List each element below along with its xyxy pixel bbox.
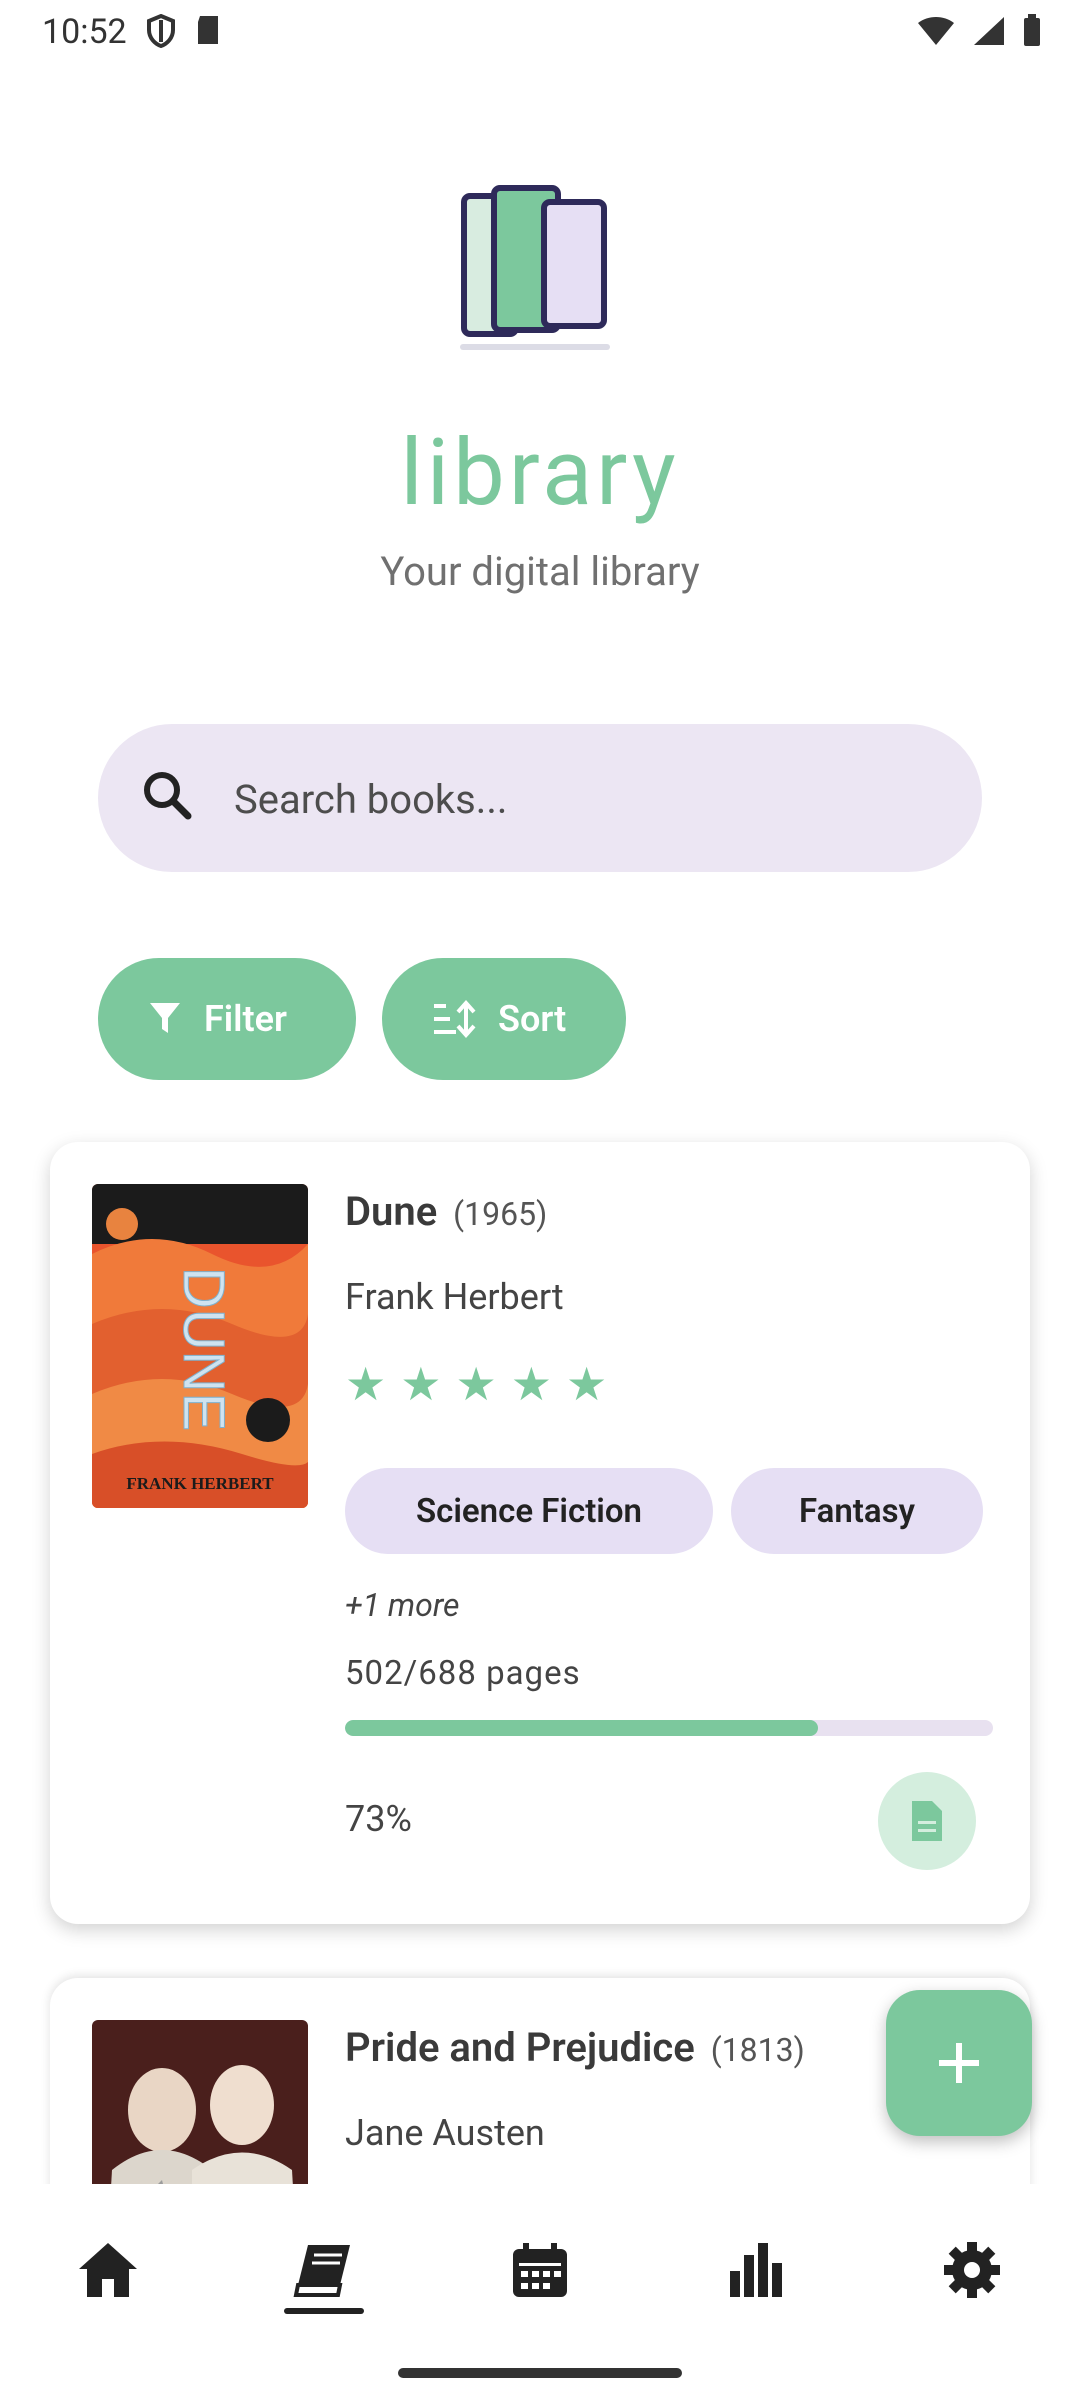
sort-label: Sort — [498, 998, 567, 1040]
star-icon: ★ — [345, 1358, 387, 1412]
reading-progress-bar — [345, 1720, 993, 1736]
plus-icon — [939, 2043, 979, 2083]
progress-fill — [345, 1720, 819, 1736]
progress-percent: 73% — [345, 1798, 412, 1840]
calendar-icon — [513, 2243, 567, 2297]
book-year: (1965) — [453, 1195, 548, 1233]
more-genres: +1 more — [345, 1586, 460, 1624]
signal-icon — [974, 17, 1004, 45]
notes-button[interactable] — [878, 1772, 976, 1870]
library-logo — [460, 185, 610, 350]
gear-icon — [944, 2242, 1000, 2298]
home-icon — [79, 2243, 137, 2297]
book-title-row: Dune (1965) — [345, 1188, 547, 1235]
filter-icon — [148, 1001, 182, 1037]
search-bar[interactable] — [98, 724, 982, 872]
active-tab-indicator — [284, 2308, 364, 2314]
book-author: Frank Herbert — [345, 1276, 564, 1318]
nav-home[interactable] — [68, 2230, 148, 2310]
status-bar: 10:52 — [0, 0, 1080, 64]
book-title-row: Pride and Prejudice (1813) — [345, 2024, 805, 2071]
nav-stats[interactable] — [716, 2230, 796, 2310]
book-card[interactable]: DUNE FRANK HERBERT Dune (1965) Frank Her… — [50, 1142, 1030, 1924]
document-icon — [912, 1801, 942, 1841]
app-subtitle: Your digital library — [380, 548, 700, 595]
book-cover-image: DUNE FRANK HERBERT — [92, 1184, 308, 1508]
filter-label: Filter — [204, 998, 287, 1040]
add-book-button[interactable] — [886, 1990, 1032, 2136]
shield-icon — [147, 14, 175, 48]
book-icon — [293, 2245, 350, 2297]
genre-chip[interactable]: Science Fiction — [345, 1468, 713, 1554]
wifi-icon — [918, 17, 954, 45]
star-icon: ★ — [566, 1358, 608, 1412]
star-icon: ★ — [510, 1358, 552, 1412]
app-title: library — [400, 420, 680, 527]
status-time: 10:52 — [42, 12, 127, 52]
sort-icon — [432, 1000, 476, 1038]
cover-author-text: FRANK HERBERT — [126, 1474, 274, 1493]
stats-icon — [730, 2243, 782, 2297]
sd-card-icon — [198, 16, 218, 44]
book-title: Pride and Prejudice — [345, 2024, 695, 2071]
cover-title-text: DUNE — [171, 1267, 236, 1431]
rating-stars: ★ ★ ★ ★ ★ — [345, 1362, 607, 1408]
star-icon: ★ — [400, 1358, 442, 1412]
home-gesture-handle[interactable] — [398, 2368, 682, 2378]
book-card[interactable]: Pride and Prejudice (1813) Jane Austen — [50, 1978, 1030, 2344]
pages-read: 502/688 pages — [345, 1654, 581, 1693]
star-icon: ★ — [455, 1358, 497, 1412]
book-title: Dune — [345, 1188, 438, 1235]
search-input[interactable] — [232, 760, 936, 838]
battery-icon — [1024, 14, 1040, 46]
genre-chip[interactable]: Fantasy — [731, 1468, 983, 1554]
nav-calendar[interactable] — [500, 2230, 580, 2310]
search-icon — [144, 772, 192, 820]
book-author: Jane Austen — [345, 2112, 545, 2154]
book-year: (1813) — [710, 2031, 805, 2069]
sort-button[interactable]: Sort — [382, 958, 626, 1080]
nav-library[interactable] — [284, 2230, 364, 2310]
filter-button[interactable]: Filter — [98, 958, 356, 1080]
nav-settings[interactable] — [932, 2230, 1012, 2310]
